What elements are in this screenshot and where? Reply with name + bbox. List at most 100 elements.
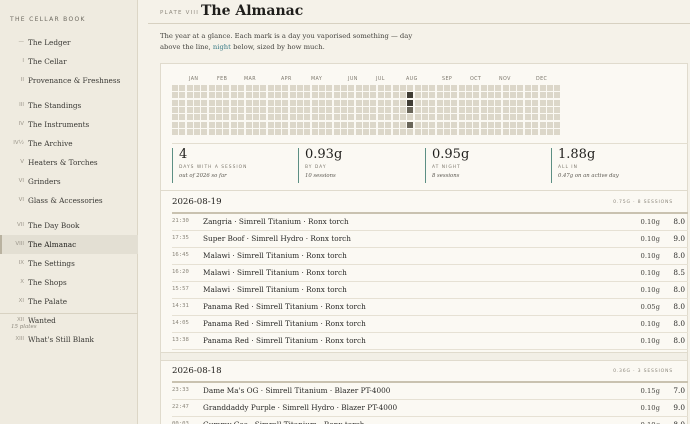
calendar-day-cell[interactable] [304, 129, 311, 136]
calendar-day-cell[interactable] [260, 99, 267, 106]
calendar-day-cell[interactable] [495, 121, 502, 128]
calendar-day-cell[interactable] [370, 121, 377, 128]
calendar-day-cell[interactable] [223, 129, 230, 136]
calendar-day-cell[interactable] [282, 107, 289, 114]
calendar-day-cell[interactable] [216, 107, 223, 114]
calendar-day-cell[interactable] [245, 85, 252, 91]
calendar-day-cell[interactable] [289, 99, 296, 106]
calendar-day-cell[interactable] [370, 107, 377, 114]
calendar-day-cell[interactable] [377, 92, 384, 99]
calendar-day-cell[interactable] [546, 99, 553, 106]
calendar-day-cell[interactable] [377, 99, 384, 106]
calendar-day-cell[interactable] [274, 107, 281, 114]
calendar-day-cell[interactable] [502, 129, 509, 136]
calendar-day-cell[interactable] [495, 85, 502, 91]
calendar-day-cell[interactable] [333, 92, 340, 99]
calendar-day-cell[interactable] [473, 107, 480, 114]
calendar-day-cell[interactable] [429, 99, 436, 106]
calendar-day-cell[interactable] [458, 107, 465, 114]
calendar-day-cell[interactable] [510, 129, 517, 136]
calendar-day-cell[interactable] [451, 85, 458, 91]
calendar-day-cell[interactable] [267, 114, 274, 121]
calendar-day-cell[interactable] [333, 85, 340, 91]
calendar-day-cell[interactable] [451, 114, 458, 121]
calendar-day-cell[interactable] [341, 107, 348, 114]
calendar-day-cell[interactable] [311, 129, 318, 136]
calendar-day-cell[interactable] [296, 121, 303, 128]
calendar-day-cell[interactable] [341, 121, 348, 128]
calendar-day-cell[interactable] [414, 114, 421, 121]
calendar-day-cell[interactable] [414, 121, 421, 128]
calendar-day-cell[interactable] [363, 99, 370, 106]
calendar-day-cell[interactable] [480, 121, 487, 128]
calendar-day-cell[interactable] [326, 99, 333, 106]
calendar-day-cell[interactable] [480, 85, 487, 91]
calendar-day-cell[interactable] [546, 92, 553, 99]
calendar-day-cell[interactable] [172, 92, 178, 99]
calendar-day-cell[interactable] [510, 99, 517, 106]
sidebar-item-heaters-torches[interactable]: V Heaters & Torches [0, 153, 138, 172]
calendar-day-cell[interactable] [370, 85, 377, 91]
calendar-day-cell[interactable] [385, 121, 392, 128]
calendar-day-cell[interactable] [451, 92, 458, 99]
calendar-day-cell[interactable] [539, 129, 546, 136]
calendar-day-cell[interactable] [377, 85, 384, 91]
sidebar-item-what-s-still-blank[interactable]: XIII What's Still Blank [0, 330, 138, 349]
calendar-day-cell[interactable] [399, 114, 406, 121]
calendar-day-cell[interactable] [274, 121, 281, 128]
calendar-day-cell[interactable] [238, 99, 245, 106]
calendar-day-cell[interactable] [473, 114, 480, 121]
calendar-day-cell[interactable] [230, 92, 237, 99]
calendar-day-cell[interactable] [554, 121, 561, 128]
calendar-day-cell[interactable] [216, 99, 223, 106]
calendar-day-cell[interactable] [377, 129, 384, 136]
session-row[interactable]: 14:31 Panama Red · Simrell Titanium · Ron… [172, 299, 688, 316]
calendar-day-cell[interactable] [532, 92, 539, 99]
calendar-day-cell[interactable] [194, 107, 201, 114]
calendar-day-cell[interactable] [326, 107, 333, 114]
calendar-day-cell[interactable] [524, 129, 531, 136]
calendar-day-cell[interactable] [363, 85, 370, 91]
calendar-day-cell[interactable] [326, 129, 333, 136]
calendar-day-cell[interactable] [260, 129, 267, 136]
calendar-day-cell[interactable] [517, 121, 524, 128]
calendar-day-cell[interactable] [267, 85, 274, 91]
calendar-day-cell[interactable] [282, 114, 289, 121]
calendar-day-cell[interactable] [510, 92, 517, 99]
calendar-day-cell[interactable] [296, 114, 303, 121]
calendar-day-cell[interactable] [443, 129, 450, 136]
calendar-day-cell[interactable] [421, 92, 428, 99]
calendar-day-cell[interactable] [392, 107, 399, 114]
calendar-day-cell[interactable] [296, 129, 303, 136]
calendar-day-cell[interactable] [172, 129, 178, 136]
calendar-day-cell[interactable] [363, 114, 370, 121]
calendar-day-cell[interactable] [385, 92, 392, 99]
calendar-day-cell[interactable] [495, 99, 502, 106]
calendar-day-cell[interactable] [377, 114, 384, 121]
calendar-day-cell[interactable] [495, 92, 502, 99]
calendar-day-cell[interactable] [546, 129, 553, 136]
calendar-day-cell[interactable] [274, 85, 281, 91]
calendar-day-cell[interactable] [488, 121, 495, 128]
calendar-day-cell[interactable] [216, 129, 223, 136]
session-row[interactable]: 23:33 Dame Ma's OG · Simrell Titanium · B… [172, 383, 688, 400]
calendar-day-cell[interactable] [436, 85, 443, 91]
calendar-day-cell[interactable] [319, 85, 325, 91]
sidebar-item-the-settings[interactable]: IX The Settings [0, 254, 138, 273]
calendar-day-cell[interactable] [443, 99, 450, 106]
calendar-day-cell[interactable] [304, 107, 311, 114]
calendar-day-cell[interactable] [208, 85, 215, 91]
calendar-day-cell[interactable] [326, 114, 333, 121]
calendar-day-cell[interactable] [201, 85, 208, 91]
calendar-day-cell[interactable] [304, 121, 311, 128]
calendar-day-cell[interactable] [186, 107, 193, 114]
calendar-day-cell[interactable] [385, 129, 392, 136]
calendar-day-cell[interactable] [216, 121, 223, 128]
calendar-day-cell[interactable] [282, 121, 289, 128]
sidebar-item-glass-accessories[interactable]: VI Glass & Accessories [0, 191, 138, 216]
calendar-day-cell[interactable] [172, 121, 178, 128]
calendar-day-cell[interactable] [348, 85, 355, 91]
calendar-day-cell[interactable] [451, 129, 458, 136]
calendar-day-cell[interactable] [201, 114, 208, 121]
sidebar-item-the-ledger[interactable]: — The Ledger [0, 33, 138, 52]
